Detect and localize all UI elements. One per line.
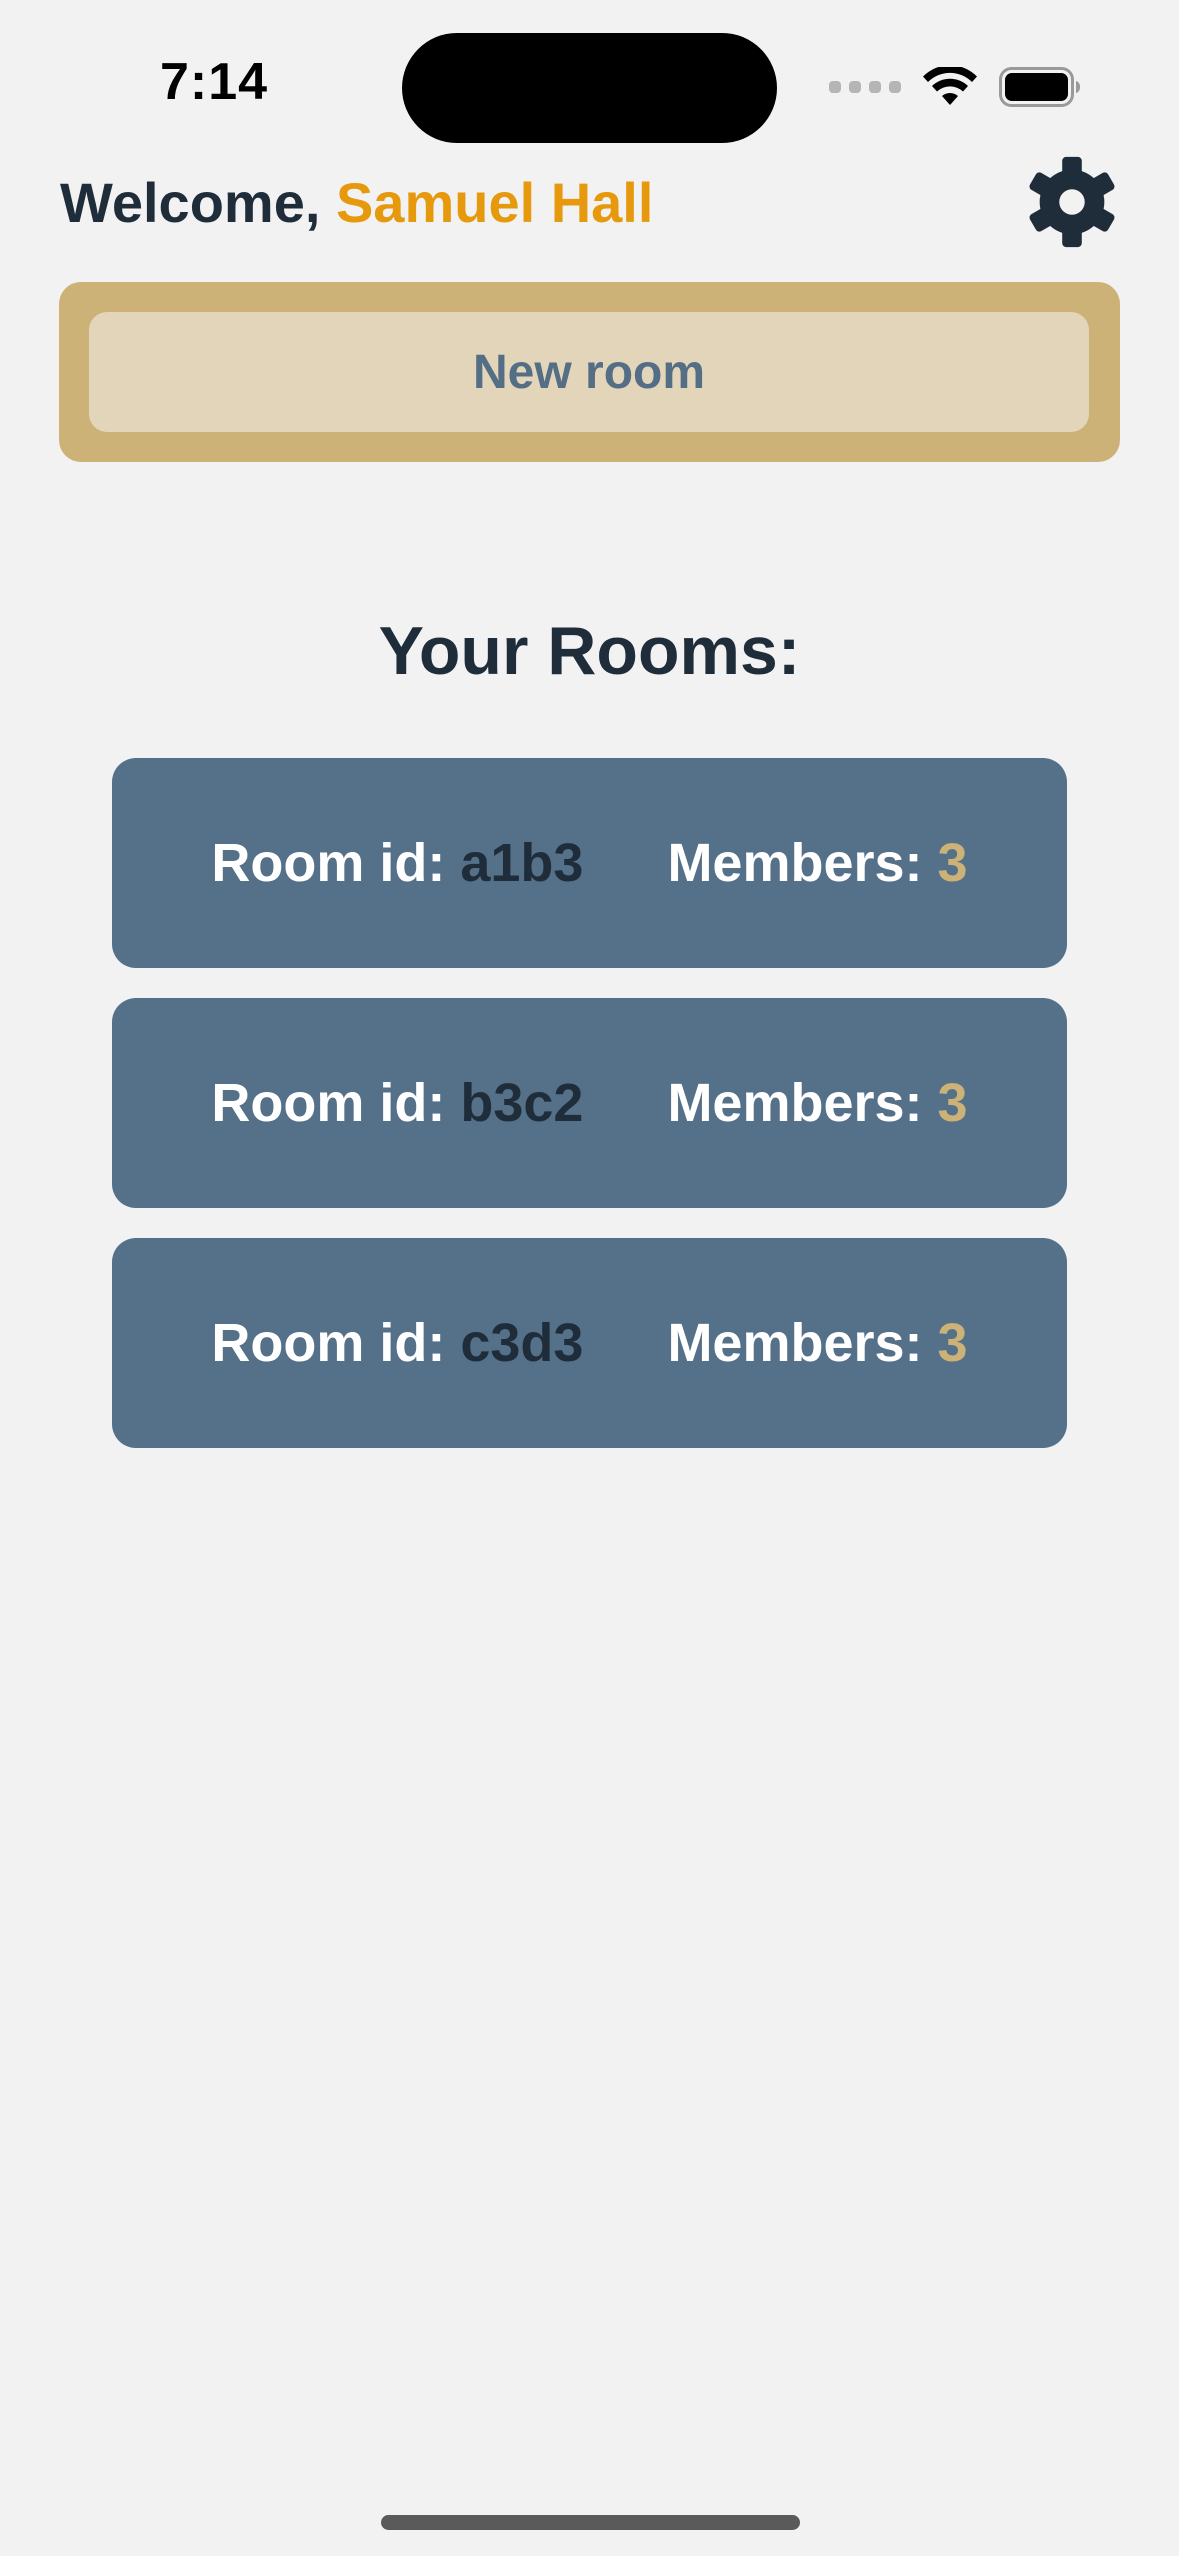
status-bar: 7:14	[0, 0, 1179, 170]
gear-icon	[1029, 156, 1115, 248]
room-card[interactable]: Room id: a1b3 Members: 3	[112, 758, 1067, 968]
members-label: Members:	[667, 833, 938, 893]
new-room-container: New room	[59, 282, 1120, 462]
room-id-label: Room id:	[211, 1313, 461, 1373]
room-id-value: a1b3	[460, 833, 584, 893]
welcome-heading: Welcome, Samuel Hall	[60, 170, 653, 235]
members-label: Members:	[667, 1313, 938, 1373]
room-members: Members: 3	[667, 1312, 967, 1374]
room-id-label: Room id:	[211, 833, 461, 893]
status-icons	[829, 62, 1081, 112]
members-count: 3	[937, 1313, 968, 1373]
home-indicator[interactable]	[381, 2515, 800, 2530]
room-id-label: Room id:	[211, 1073, 461, 1133]
cellular-signal-icon	[829, 81, 901, 93]
rooms-list: Room id: a1b3 Members: 3 Room id: b3c2 M…	[112, 758, 1067, 1478]
rooms-heading: Your Rooms:	[378, 613, 801, 689]
members-count: 3	[937, 1073, 968, 1133]
room-id: Room id: b3c2	[211, 1072, 583, 1134]
user-name: Samuel Hall	[335, 171, 654, 234]
room-card[interactable]: Room id: c3d3 Members: 3	[112, 1238, 1067, 1448]
settings-button[interactable]	[1022, 152, 1122, 252]
dynamic-island	[402, 33, 777, 143]
members-count: 3	[937, 833, 968, 893]
room-members: Members: 3	[667, 1072, 967, 1134]
room-id-value: b3c2	[460, 1073, 584, 1133]
room-members: Members: 3	[667, 832, 967, 894]
members-label: Members:	[667, 1073, 938, 1133]
new-room-button[interactable]: New room	[89, 312, 1089, 432]
welcome-prefix: Welcome,	[60, 171, 336, 234]
status-time: 7:14	[160, 53, 269, 111]
wifi-icon	[923, 67, 977, 105]
room-id: Room id: a1b3	[211, 832, 583, 894]
room-card[interactable]: Room id: b3c2 Members: 3	[112, 998, 1067, 1208]
room-id: Room id: c3d3	[211, 1312, 583, 1374]
room-id-value: c3d3	[460, 1313, 584, 1373]
battery-icon	[999, 67, 1080, 107]
